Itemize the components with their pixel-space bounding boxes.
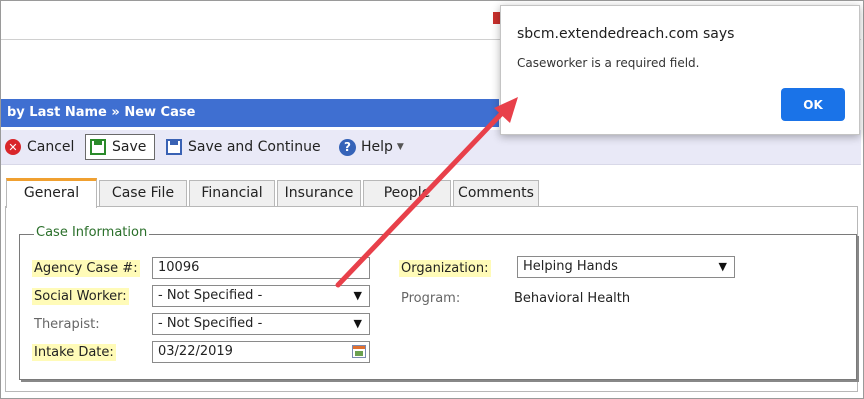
annotation-arrow-overlay xyxy=(335,97,518,288)
annotation-arrow-line xyxy=(335,109,506,288)
